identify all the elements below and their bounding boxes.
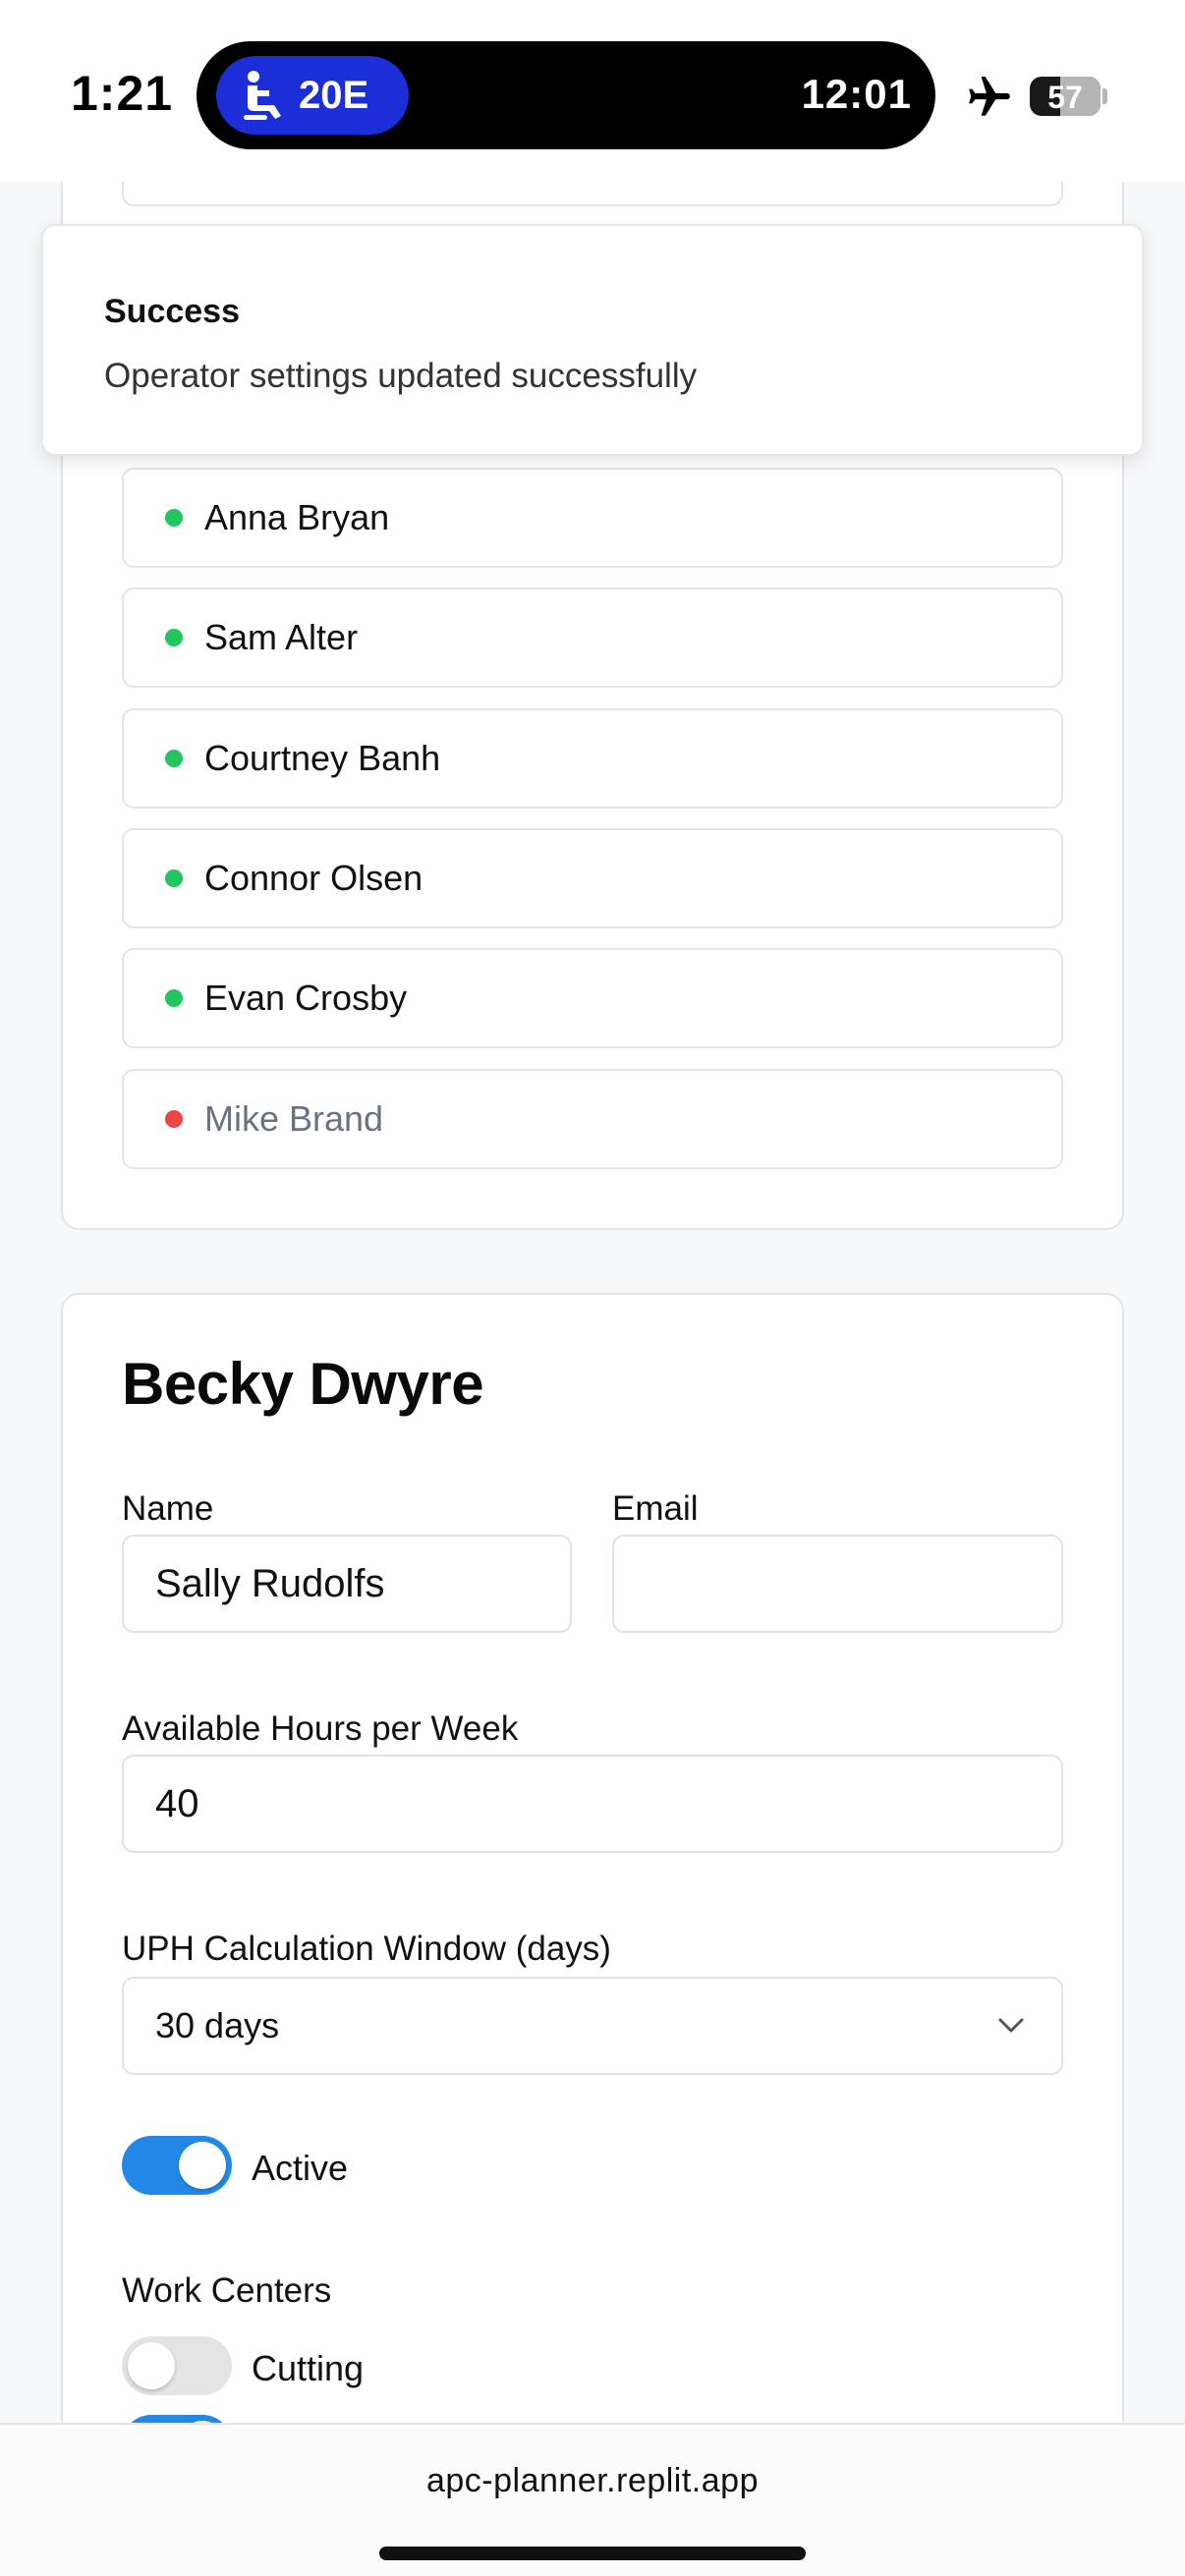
dynamic-island: 20E 12:01 bbox=[197, 41, 935, 149]
status-time: 1:21 bbox=[71, 66, 174, 121]
uph-window-value: 30 days bbox=[155, 2005, 280, 2045]
operator-name: Sam Alter bbox=[204, 617, 359, 657]
active-toggle[interactable] bbox=[122, 2136, 232, 2195]
operator-row[interactable]: Courtney Banh bbox=[122, 708, 1063, 809]
browser-url-bar[interactable]: apc-planner.replit.app bbox=[0, 2423, 1185, 2576]
operator-row[interactable]: Connor Olsen bbox=[122, 828, 1063, 928]
name-label: Name bbox=[122, 1489, 214, 1528]
operator-name: Evan Crosby bbox=[204, 978, 408, 1018]
operator-name: Connor Olsen bbox=[204, 858, 423, 898]
operator-name: Anna Bryan bbox=[204, 497, 390, 537]
hours-input[interactable] bbox=[122, 1755, 1063, 1853]
status-dot bbox=[165, 750, 183, 767]
url-text: apc-planner.replit.app bbox=[425, 2462, 759, 2499]
editor-title: Becky Dwyre bbox=[122, 1351, 484, 1417]
battery-icon: 57 bbox=[1030, 77, 1100, 116]
work-center-cutting-toggle[interactable] bbox=[122, 2336, 232, 2395]
name-input[interactable] bbox=[122, 1535, 572, 1633]
toggle-knob bbox=[179, 2142, 226, 2189]
operator-row[interactable]: Anna Bryan bbox=[122, 468, 1063, 568]
operator-name: Courtney Banh bbox=[204, 738, 441, 778]
status-dot bbox=[165, 869, 183, 887]
status-dot bbox=[165, 989, 183, 1007]
operator-name: Mike Brand bbox=[204, 1098, 384, 1139]
toast-message: Operator settings updated successfully bbox=[104, 357, 698, 395]
island-time: 12:01 bbox=[801, 71, 912, 117]
flight-seat-pill: 20E bbox=[216, 56, 409, 135]
status-bar: 1:21 20E 12:01 57 bbox=[0, 0, 1185, 182]
status-dot bbox=[165, 629, 183, 646]
hours-label: Available Hours per Week bbox=[122, 1709, 519, 1748]
work-center-cutting-label: Cutting bbox=[252, 2348, 365, 2388]
toggle-knob bbox=[128, 2342, 175, 2389]
operator-row[interactable]: Evan Crosby bbox=[122, 948, 1063, 1048]
status-dot bbox=[165, 1110, 183, 1128]
uph-window-label: UPH Calculation Window (days) bbox=[122, 1930, 611, 1968]
flight-seat: 20E bbox=[299, 73, 369, 117]
uph-window-select[interactable]: 30 days bbox=[122, 1977, 1063, 2075]
airplane-icon bbox=[969, 77, 1010, 116]
email-label: Email bbox=[612, 1489, 699, 1528]
seat-icon bbox=[244, 71, 281, 120]
operator-row[interactable]: Sam Alter bbox=[122, 588, 1063, 688]
active-label: Active bbox=[252, 2148, 349, 2188]
work-centers-label: Work Centers bbox=[122, 2271, 332, 2310]
battery-cap bbox=[1102, 88, 1107, 104]
success-toast[interactable]: Success Operator settings updated succes… bbox=[41, 224, 1144, 456]
chevron-down-icon bbox=[998, 2018, 1024, 2033]
toast-title: Success bbox=[104, 293, 240, 330]
home-indicator bbox=[379, 2547, 806, 2560]
battery-level: 57 bbox=[1047, 80, 1083, 115]
email-input[interactable] bbox=[612, 1535, 1063, 1633]
status-dot bbox=[165, 509, 183, 527]
operator-row[interactable]: Mike Brand bbox=[122, 1069, 1063, 1169]
